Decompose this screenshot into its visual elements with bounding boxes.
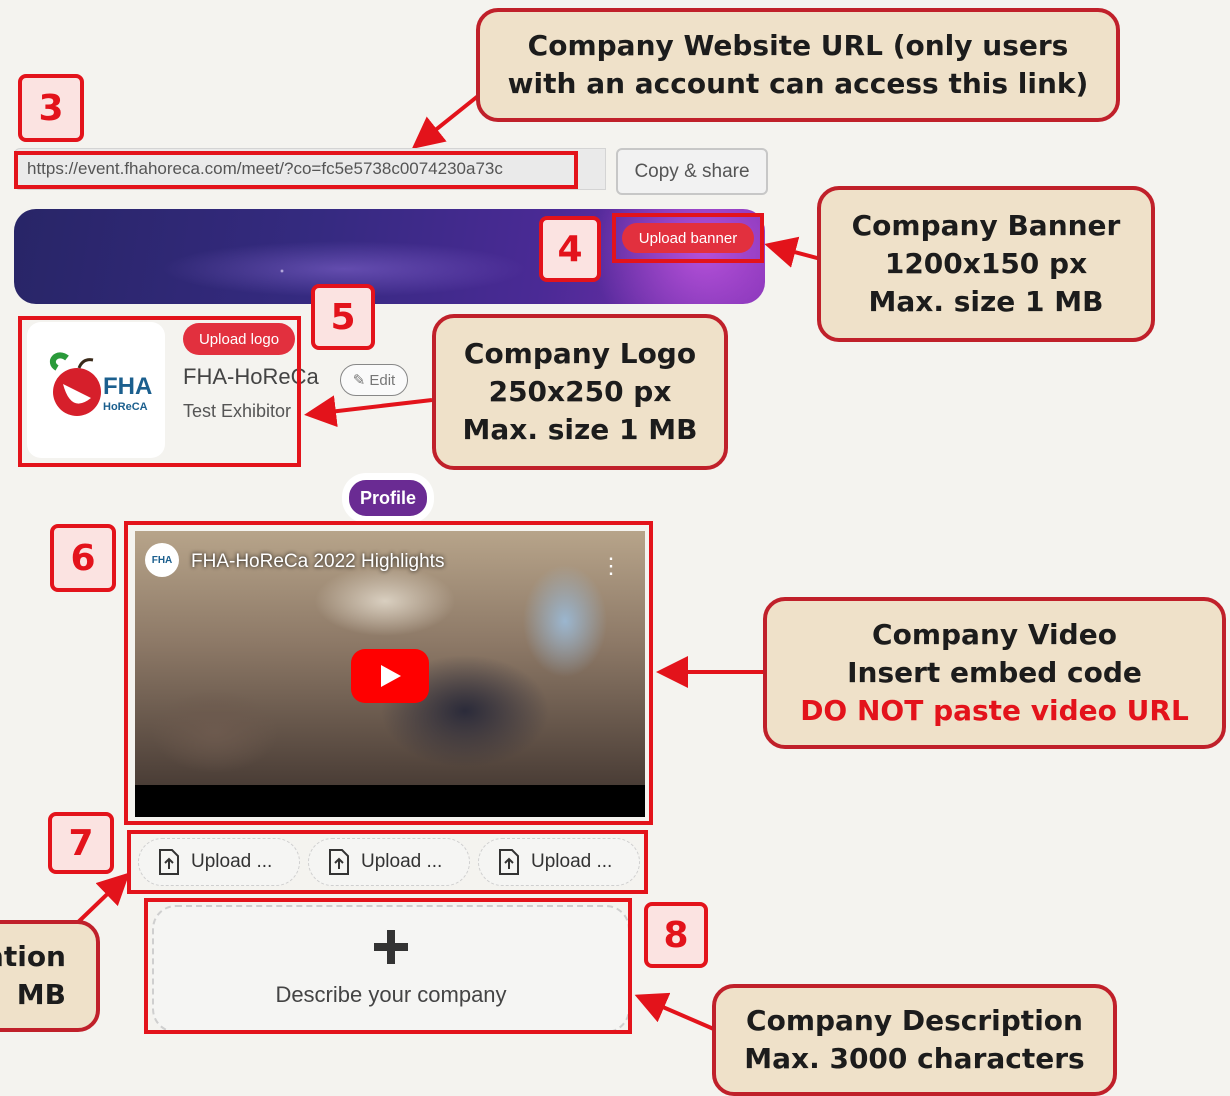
callout-description: Company Description Max. 3000 characters xyxy=(712,984,1117,1096)
pencil-icon: ✎ xyxy=(352,372,366,389)
step-badge-7: 7 xyxy=(48,812,114,874)
callout-text: Max. 3000 characters xyxy=(744,1042,1085,1075)
step-badge-6: 6 xyxy=(50,524,116,592)
callout-text: Company Banner xyxy=(851,209,1121,242)
copy-share-button[interactable]: Copy & share xyxy=(616,148,768,195)
callout-text: MB xyxy=(16,978,66,1011)
arrow-description xyxy=(634,992,717,1032)
callout-text: Max. size 1 MB xyxy=(462,413,698,446)
callout-text: with an account can access this link) xyxy=(507,67,1089,100)
step-badge-4: 4 xyxy=(539,216,601,282)
step-badge-8: 8 xyxy=(644,902,708,968)
highlight-describe xyxy=(144,898,632,1034)
callout-video: Company Video Insert embed code DO NOT p… xyxy=(763,597,1226,749)
step-badge-5: 5 xyxy=(311,284,375,350)
callout-warning-text: DO NOT paste video URL xyxy=(800,694,1189,727)
tab-profile[interactable]: Profile xyxy=(346,477,430,519)
edit-label: Edit xyxy=(369,371,396,389)
callout-text: Company Description xyxy=(746,1004,1083,1037)
arrow-logo xyxy=(304,395,433,428)
highlight-upload-banner xyxy=(612,213,764,263)
callout-text: 1200x150 px xyxy=(884,247,1088,280)
edit-name-button[interactable]: ✎ Edit xyxy=(340,364,408,396)
callout-banner: Company Banner 1200x150 px Max. size 1 M… xyxy=(817,186,1155,342)
callout-text: Company Logo xyxy=(463,337,697,370)
callout-text: Company Website URL (only users xyxy=(527,29,1069,62)
callout-text: Company Video xyxy=(872,618,1117,651)
callout-text: Insert embed code xyxy=(847,656,1142,689)
step-badge-3: 3 xyxy=(18,74,84,142)
callout-text: 250x250 px xyxy=(488,375,672,408)
callout-website-url: Company Website URL (only users with an … xyxy=(476,8,1120,122)
callout-logo: Company Logo 250x250 px Max. size 1 MB xyxy=(432,314,728,470)
callout-text: ntion xyxy=(0,940,66,973)
callout-presentation: ntion MB xyxy=(0,920,100,1032)
highlight-logo xyxy=(18,316,301,467)
highlight-uploads xyxy=(127,830,648,894)
highlight-url xyxy=(14,151,578,189)
highlight-video xyxy=(124,521,653,825)
callout-text: Max. size 1 MB xyxy=(868,285,1104,318)
